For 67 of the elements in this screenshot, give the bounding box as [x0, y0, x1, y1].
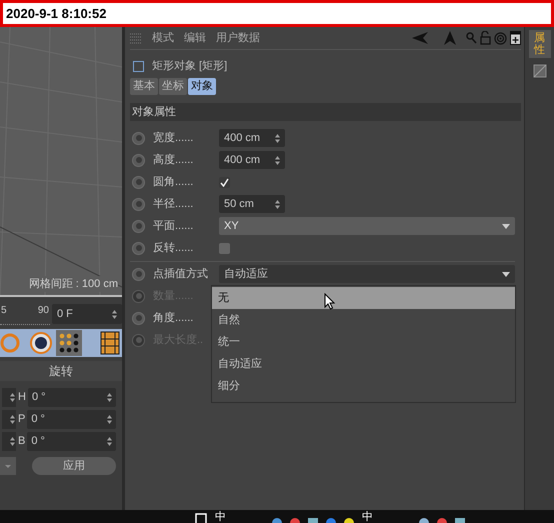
tab[interactable]: 基本	[130, 78, 158, 95]
film-strip-icon[interactable]	[98, 330, 122, 356]
stepper-icon[interactable]	[107, 415, 112, 424]
rotation-field[interactable]: 0 °	[28, 388, 116, 407]
parking-icon[interactable]	[28, 330, 54, 356]
value-field[interactable]: 400 cm	[219, 129, 285, 147]
caret-icon	[502, 272, 510, 276]
axis-label: B	[18, 434, 26, 450]
stepper-icon[interactable]	[107, 437, 112, 446]
stepper-icon[interactable]	[275, 200, 280, 208]
grid-spacing-label: 网格间距 : 100 cm	[28, 276, 118, 292]
value-field[interactable]: 50 cm	[219, 195, 285, 213]
mouse-cursor-icon	[324, 293, 336, 310]
property-label: 高度......	[153, 152, 194, 168]
input-method-label[interactable]: 中	[215, 512, 226, 523]
select-field[interactable]: 自动适应	[219, 265, 515, 283]
property-label: 平面......	[153, 218, 194, 234]
rotation-header: 旋转	[0, 361, 122, 381]
timestamp-bar: 2020-9-1 8:10:52	[0, 0, 554, 27]
grip-icon[interactable]	[130, 32, 142, 44]
menu-option[interactable]: 自动适应	[212, 353, 515, 375]
tab[interactable]: 坐标	[159, 78, 187, 95]
timeline-ruler[interactable]: 5 90	[0, 303, 50, 325]
tab[interactable]: 对象	[188, 78, 216, 95]
stepper-icon[interactable]	[112, 310, 117, 318]
property-label: 宽度......	[153, 130, 194, 146]
property-label: 圆角......	[153, 174, 194, 190]
value-field[interactable]	[2, 432, 16, 451]
property-label: 点插值方式	[153, 266, 209, 282]
caret-icon	[502, 224, 510, 228]
section-header: 对象属性	[130, 103, 521, 121]
axis-label: H	[18, 390, 26, 406]
menu-item[interactable]: 用户数据	[216, 30, 260, 46]
object-title: 矩形对象 [矩形]	[152, 58, 228, 74]
value-field[interactable]: 400 cm	[219, 151, 285, 169]
dot-grid-icon[interactable]	[56, 330, 82, 356]
menu-item[interactable]: 模式	[152, 30, 174, 46]
input-method-label[interactable]: 中	[362, 512, 373, 523]
checkbox[interactable]	[219, 242, 230, 254]
stepper-icon[interactable]	[275, 134, 280, 142]
layer-icon[interactable]	[532, 64, 546, 78]
frame-field[interactable]: 0 F	[52, 304, 122, 324]
property-label: 角度......	[153, 310, 194, 326]
object-checkbox[interactable]	[133, 60, 144, 72]
stepper-icon[interactable]	[10, 393, 15, 402]
rotation-field[interactable]: 0 °	[27, 432, 116, 451]
stepper-icon[interactable]	[107, 393, 112, 402]
menu-option[interactable]: 无	[212, 287, 515, 309]
stepper-icon[interactable]	[10, 415, 15, 424]
axis-label: P	[18, 412, 26, 428]
menu-option[interactable]: 细分	[212, 375, 515, 397]
side-tab[interactable]: 属性	[528, 30, 550, 58]
rotation-field[interactable]: 0 °	[27, 410, 116, 429]
window-icon[interactable]	[195, 513, 207, 523]
property-label: 半径......	[153, 196, 194, 212]
value-field[interactable]	[2, 410, 16, 429]
select-field[interactable]: XY	[219, 217, 515, 235]
apply-button[interactable]: 应用	[32, 457, 116, 475]
stepper-icon[interactable]	[275, 156, 280, 164]
property-label: 反转......	[153, 240, 194, 256]
menu-item[interactable]: 编辑	[184, 30, 206, 46]
new-panel-icon[interactable]	[510, 31, 521, 45]
menu-option[interactable]: 统一	[212, 331, 515, 353]
stepper-icon[interactable]	[10, 437, 15, 446]
menu-option[interactable]: 自然	[212, 309, 515, 331]
value-field[interactable]	[2, 388, 16, 407]
checkbox[interactable]	[219, 176, 230, 188]
